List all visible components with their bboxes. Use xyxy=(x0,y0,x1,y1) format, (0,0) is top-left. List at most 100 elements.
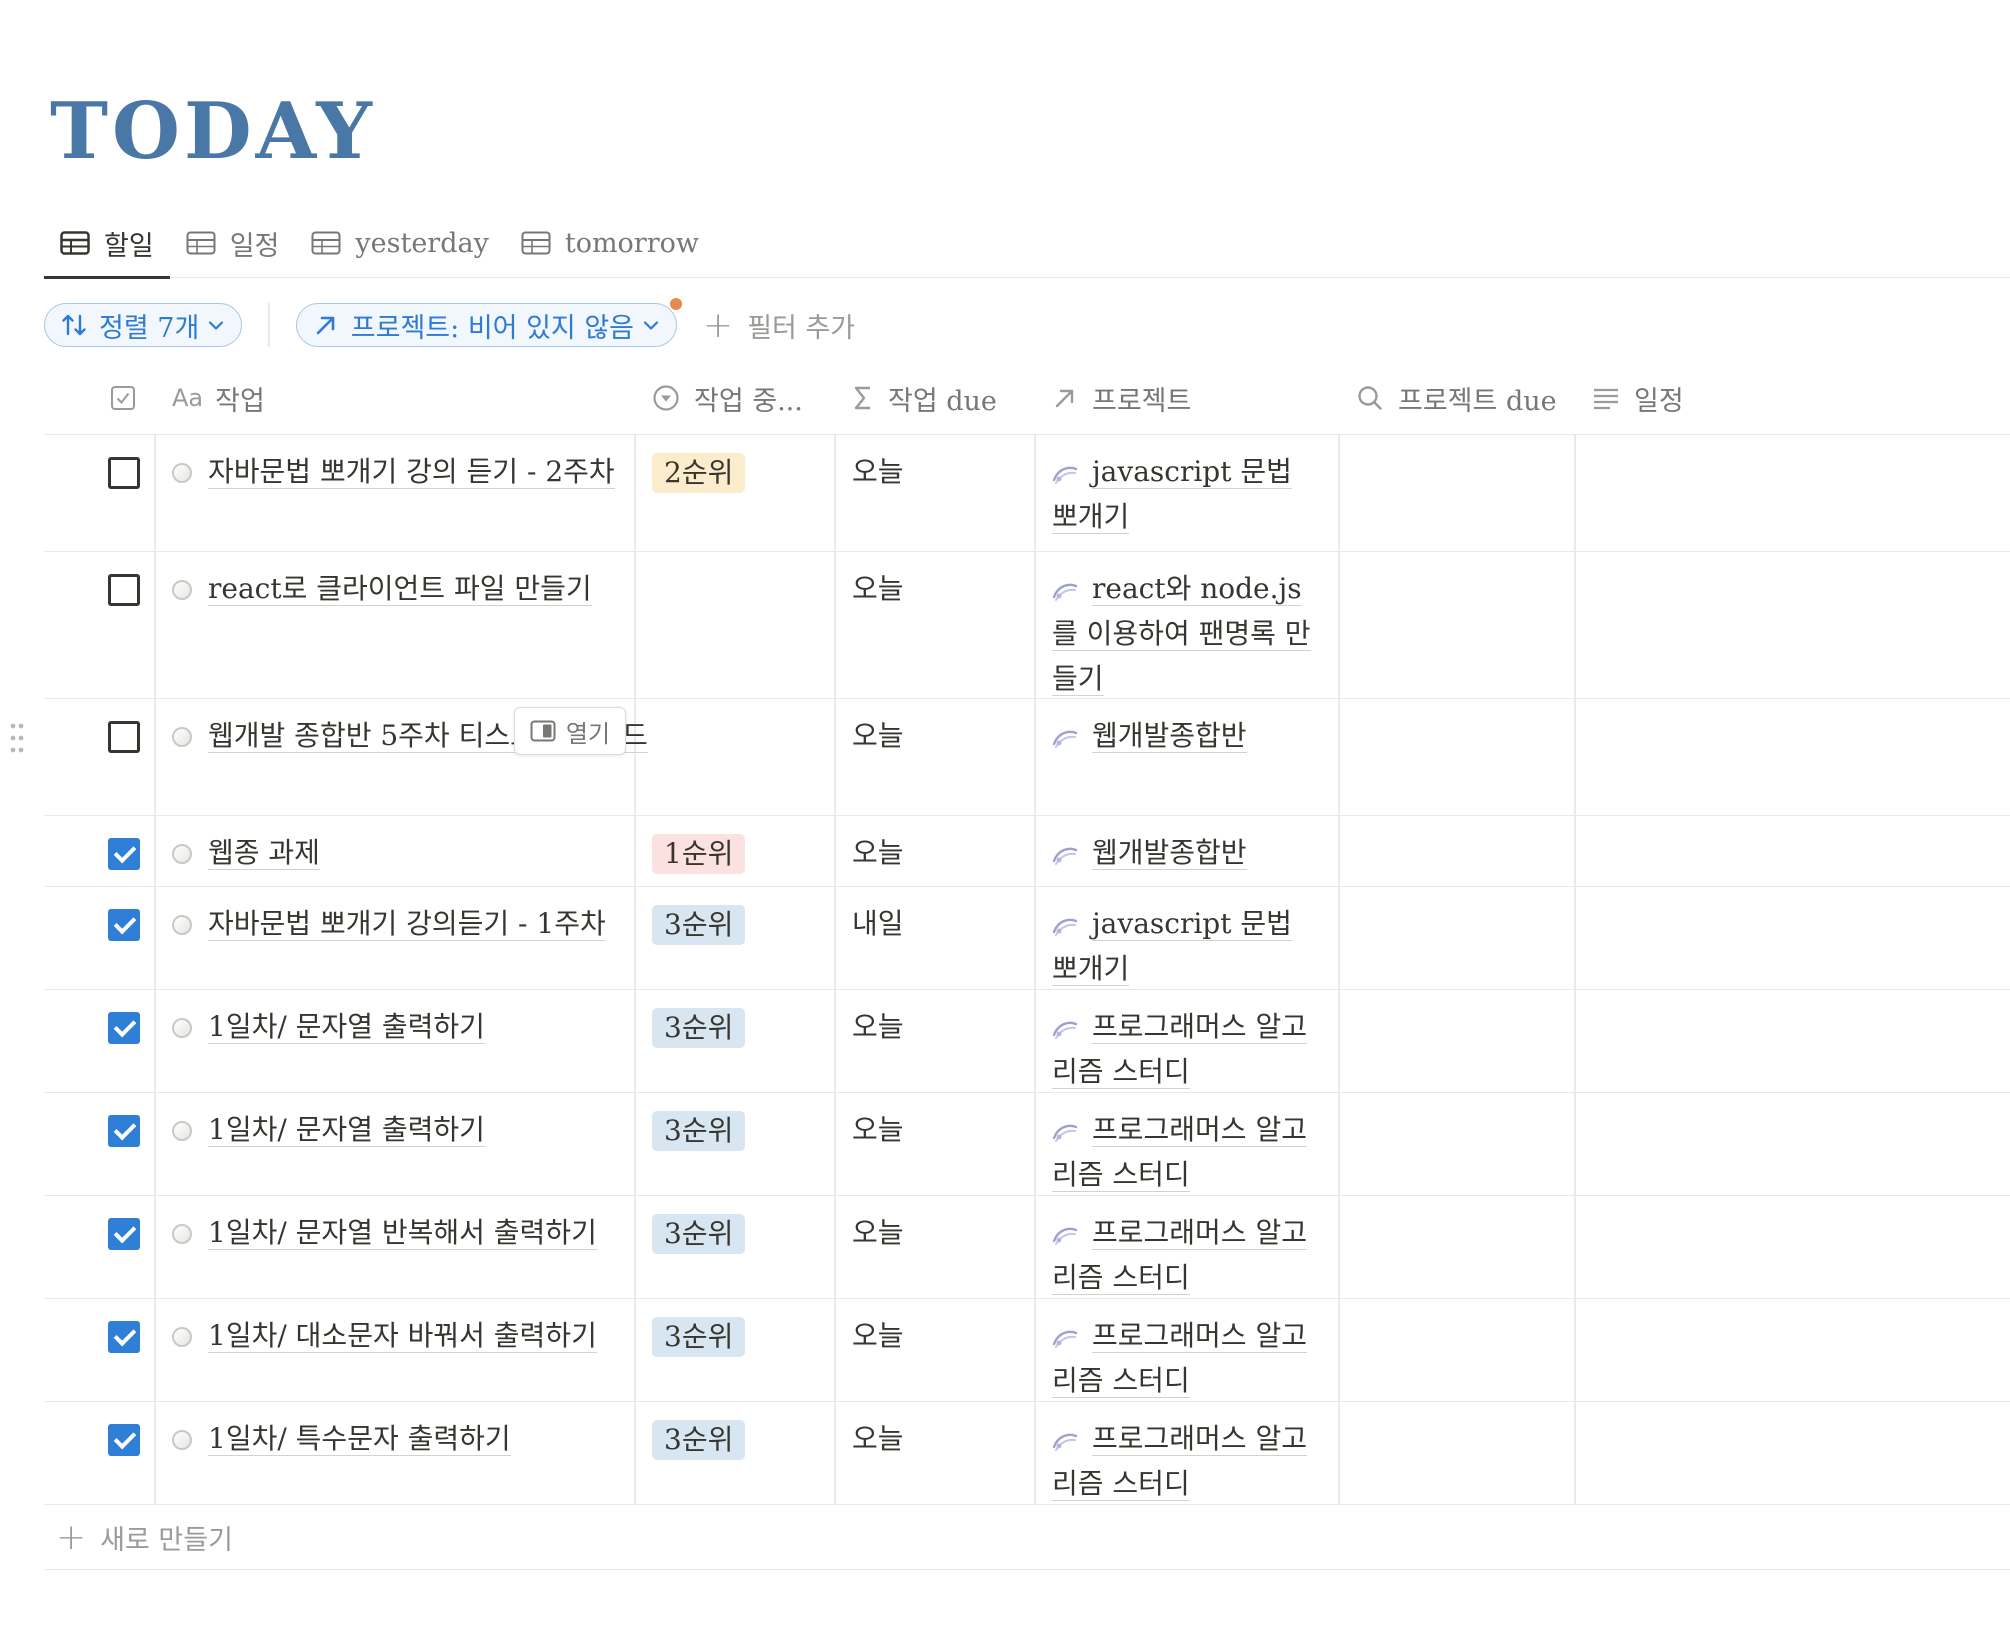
relation-arrow-icon xyxy=(1055,389,1074,408)
header-schedule[interactable]: 일정 xyxy=(1592,362,1684,434)
project-link[interactable]: react와 node.js를 이용하여 팬명록 만들기 xyxy=(1052,572,1311,696)
done-checkbox[interactable] xyxy=(108,1321,140,1353)
priority-tag: 3순위 xyxy=(652,1317,746,1357)
header-done[interactable] xyxy=(110,362,150,434)
project-cell[interactable]: 프로그래머스 알고리즘 스터디 xyxy=(1052,1416,1314,1506)
project-page-icon xyxy=(1052,1124,1078,1142)
task-cell[interactable]: 웹종 과제 xyxy=(172,830,652,875)
column-divider xyxy=(1574,1299,1576,1401)
drag-handle-icon[interactable] xyxy=(10,721,24,755)
task-cell[interactable]: 자바문법 뽀개기 강의듣기 - 1주차 xyxy=(172,901,652,946)
project-cell[interactable]: 프로그래머스 알고리즘 스터디 xyxy=(1052,1004,1314,1094)
task-cell[interactable]: react로 클라이언트 파일 만들기 xyxy=(172,566,652,611)
project-cell[interactable]: javascript 문법 뽀개기 xyxy=(1052,901,1314,991)
new-row-button[interactable]: + 새로 만들기 xyxy=(44,1505,2010,1570)
tab-yesterday[interactable]: yesterday xyxy=(295,208,504,278)
project-page-icon xyxy=(1052,730,1078,748)
unsaved-indicator-dot xyxy=(670,298,683,310)
task-cell[interactable]: 1일차/ 문자열 출력하기 xyxy=(172,1107,652,1152)
task-title[interactable]: 1일차/ 문자열 출력하기 xyxy=(208,1010,485,1044)
task-title[interactable]: 자바문법 뽀개기 강의듣기 - 1주차 xyxy=(208,907,606,941)
project-link[interactable]: 프로그래머스 알고리즘 스터디 xyxy=(1052,1319,1307,1398)
column-divider xyxy=(1034,990,1036,1092)
project-link[interactable]: 웹개발종합반 xyxy=(1092,719,1247,753)
project-cell[interactable]: 웹개발종합반 xyxy=(1052,830,1314,875)
table-row[interactable]: 1일차/ 문자열 출력하기 3순위 오늘 프로그래머스 알고리즘 스터디 xyxy=(44,990,2010,1093)
table-row[interactable]: 1일차/ 특수문자 출력하기 3순위 오늘 프로그래머스 알고리즘 스터디 xyxy=(44,1402,2010,1505)
project-link[interactable]: 프로그래머스 알고리즘 스터디 xyxy=(1052,1216,1307,1295)
table-row[interactable]: 자바문법 뽀개기 강의듣기 - 1주차 3순위 내일 javascript 문법 뽀개… xyxy=(44,887,2010,990)
column-divider xyxy=(1034,816,1036,886)
column-divider xyxy=(834,435,836,551)
task-title[interactable]: 1일차/ 대소문자 바꿔서 출력하기 xyxy=(208,1319,597,1353)
done-checkbox[interactable] xyxy=(108,1218,140,1250)
project-cell[interactable]: 프로그래머스 알고리즘 스터디 xyxy=(1052,1107,1314,1197)
table-row[interactable]: 웹종 과제 1순위 오늘 웹개발종합반 xyxy=(44,816,2010,887)
column-divider xyxy=(1034,435,1036,551)
task-cell[interactable]: 1일차/ 특수문자 출력하기 xyxy=(172,1416,652,1461)
task-title[interactable]: react로 클라이언트 파일 만들기 xyxy=(208,572,592,606)
done-checkbox[interactable] xyxy=(108,457,140,489)
task-title[interactable]: 1일차/ 특수문자 출력하기 xyxy=(208,1422,511,1456)
tab-todo[interactable]: 할일 xyxy=(44,208,170,279)
task-cell[interactable]: 1일차/ 대소문자 바꿔서 출력하기 xyxy=(172,1313,652,1358)
project-link[interactable]: javascript 문법 뽀개기 xyxy=(1052,907,1292,986)
table-row[interactable]: 1일차/ 문자열 출력하기 3순위 오늘 프로그래머스 알고리즘 스터디 xyxy=(44,1093,2010,1196)
table-row[interactable]: 1일차/ 대소문자 바꿔서 출력하기 3순위 오늘 프로그래머스 알고리즘 스터디 xyxy=(44,1299,2010,1402)
page-icon xyxy=(172,580,192,600)
done-checkbox[interactable] xyxy=(108,1012,140,1044)
project-cell[interactable]: react와 node.js를 이용하여 팬명록 만들기 xyxy=(1052,566,1314,701)
task-cell[interactable]: 1일차/ 문자열 출력하기 xyxy=(172,1004,652,1049)
add-filter-button[interactable]: + 필터 추가 xyxy=(703,305,855,346)
project-cell[interactable]: javascript 문법 뽀개기 xyxy=(1052,449,1314,539)
task-title[interactable]: 1일차/ 문자열 출력하기 xyxy=(208,1113,485,1147)
done-checkbox[interactable] xyxy=(108,1424,140,1456)
table-icon xyxy=(311,231,341,255)
task-cell[interactable]: 자바문법 뽀개기 강의 듣기 - 2주차 xyxy=(172,449,652,494)
sort-pill[interactable]: 정렬 7개 xyxy=(44,303,243,347)
table-row[interactable]: 웹개발 종합반 5주차 티스토리 업로드 오늘 웹개발종합반 열기 xyxy=(10,699,2010,816)
task-title[interactable]: 자바문법 뽀개기 강의 듣기 - 2주차 xyxy=(208,455,615,489)
done-checkbox[interactable] xyxy=(108,1115,140,1147)
due-cell: 오늘 xyxy=(852,1010,904,1043)
column-divider xyxy=(1034,1196,1036,1298)
project-link[interactable]: 프로그래머스 알고리즘 스터디 xyxy=(1052,1422,1307,1501)
table-row[interactable]: react로 클라이언트 파일 만들기 오늘 react와 node.js를 이용하… xyxy=(44,552,2010,699)
filter-divider xyxy=(268,303,270,347)
done-checkbox[interactable] xyxy=(108,721,140,753)
tab-tomorrow[interactable]: tomorrow xyxy=(505,208,715,278)
chevron-down-icon xyxy=(643,321,659,330)
done-checkbox[interactable] xyxy=(108,909,140,941)
header-project[interactable]: 프로젝트 xyxy=(1052,362,1191,434)
header-due[interactable]: 작업 due xyxy=(852,362,997,434)
done-checkbox[interactable] xyxy=(108,574,140,606)
project-cell[interactable]: 프로그래머스 알고리즘 스터디 xyxy=(1052,1210,1314,1300)
project-link[interactable]: javascript 문법 뽀개기 xyxy=(1052,455,1292,534)
task-cell[interactable]: 1일차/ 문자열 반복해서 출력하기 xyxy=(172,1210,652,1255)
tab-schedule[interactable]: 일정 xyxy=(170,208,296,278)
project-cell[interactable]: 프로그래머스 알고리즘 스터디 xyxy=(1052,1313,1314,1403)
project-filter-pill[interactable]: 프로젝트: 비어 있지 않음 xyxy=(295,298,683,347)
open-page-button[interactable]: 열기 xyxy=(514,707,626,755)
done-checkbox[interactable] xyxy=(108,838,140,870)
task-title[interactable]: 웹종 과제 xyxy=(208,836,320,870)
column-divider xyxy=(154,990,156,1092)
due-cell: 오늘 xyxy=(852,572,904,605)
column-divider xyxy=(154,1299,156,1401)
column-divider xyxy=(1034,887,1036,989)
page-icon xyxy=(172,1121,192,1141)
side-peek-icon xyxy=(530,720,556,742)
header-project-due[interactable]: 프로젝트 due xyxy=(1356,362,1557,434)
project-link[interactable]: 웹개발종합반 xyxy=(1092,836,1247,870)
table-row[interactable]: 자바문법 뽀개기 강의 듣기 - 2주차 2순위 오늘 javascript 문법 뽀… xyxy=(44,435,2010,552)
project-link[interactable]: 프로그래머스 알고리즘 스터디 xyxy=(1052,1113,1307,1192)
task-title[interactable]: 1일차/ 문자열 반복해서 출력하기 xyxy=(208,1216,597,1250)
header-task[interactable]: Aa 작업 xyxy=(172,362,265,434)
table-row[interactable]: 1일차/ 문자열 반복해서 출력하기 3순위 오늘 프로그래머스 알고리즘 스터디 xyxy=(44,1196,2010,1299)
project-cell[interactable]: 웹개발종합반 xyxy=(1052,713,1314,758)
add-filter-label: 필터 추가 xyxy=(747,312,856,344)
project-link[interactable]: 프로그래머스 알고리즘 스터디 xyxy=(1052,1010,1307,1089)
column-divider xyxy=(1034,552,1036,698)
header-priority[interactable]: 작업 중... xyxy=(652,362,803,434)
project-page-icon xyxy=(1052,466,1078,484)
